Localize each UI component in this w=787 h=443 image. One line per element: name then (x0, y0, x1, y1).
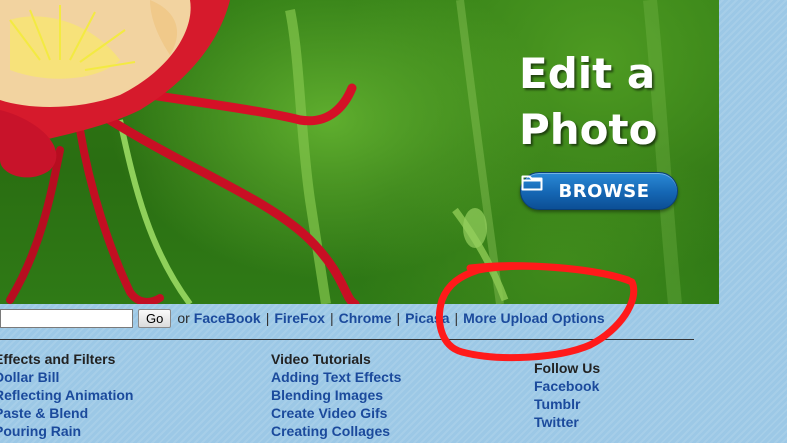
footer-column-video-tutorials: Video Tutorials Adding Text Effects Blen… (271, 350, 401, 440)
footer-link[interactable]: Pouring Rain (0, 422, 134, 440)
separator: | (329, 310, 334, 326)
browse-button[interactable]: BROWSE (520, 172, 678, 210)
upload-facebook-link[interactable]: FaceBook (194, 310, 261, 326)
more-upload-options-link[interactable]: More Upload Options (463, 310, 605, 326)
upload-firefox-link[interactable]: FireFox (274, 310, 325, 326)
section-divider (0, 339, 694, 340)
footer-link[interactable]: Reflecting Animation (0, 386, 134, 404)
footer-column-follow-us: Follow Us Facebook Tumblr Twitter (534, 359, 600, 431)
or-text: or (177, 310, 190, 326)
separator: | (454, 310, 459, 326)
footer-link[interactable]: Paste & Blend (0, 404, 134, 422)
hero-banner: Edit a Photo BROWSE (0, 0, 719, 304)
hero-title: Edit a Photo (519, 46, 709, 158)
footer-heading: Follow Us (534, 360, 601, 376)
footer-link[interactable]: Adding Text Effects (271, 368, 401, 386)
browse-label: BROWSE (558, 180, 650, 202)
upload-chrome-link[interactable]: Chrome (339, 310, 392, 326)
footer-link[interactable]: Blending Images (271, 386, 401, 404)
separator: | (396, 310, 401, 326)
separator: | (265, 310, 270, 326)
hero-title-line2: Photo (519, 105, 658, 154)
footer-heading: Video Tutorials (271, 351, 371, 367)
go-button[interactable]: Go (138, 308, 172, 328)
upload-picasa-link[interactable]: Picasa (405, 310, 449, 326)
footer-link[interactable]: Creating Collages (271, 422, 401, 440)
upload-options-bar: Go or FaceBook | FireFox | Chrome | Pica… (0, 307, 720, 329)
footer-column-effects: Effects and Filters Dollar Bill Reflecti… (0, 350, 134, 440)
footer-link[interactable]: Dollar Bill (0, 368, 134, 386)
hero-title-line1: Edit a (519, 49, 656, 98)
footer-heading: Effects and Filters (0, 351, 116, 367)
footer-link[interactable]: Facebook (534, 377, 600, 395)
footer-link[interactable]: Twitter (534, 413, 600, 431)
image-url-input[interactable] (0, 308, 133, 328)
footer-link[interactable]: Tumblr (534, 395, 600, 413)
footer-link[interactable]: Create Video Gifs (271, 404, 401, 422)
